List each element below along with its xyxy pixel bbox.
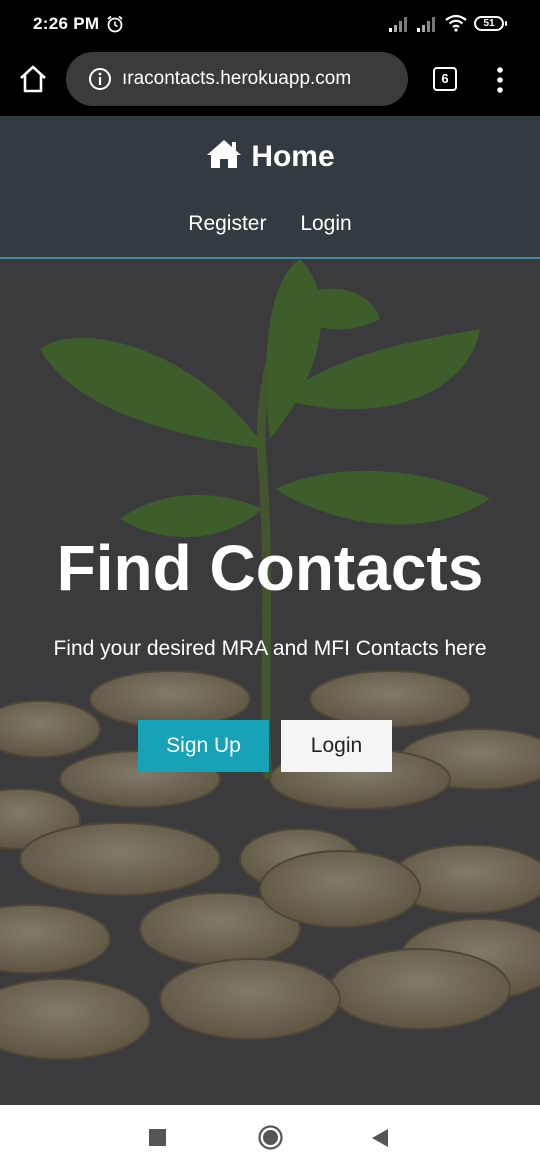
home-circle-icon[interactable] [258,1125,283,1150]
battery-level: 51 [483,18,495,29]
hero-overlay [0,259,540,1105]
browser-toolbar: ıracontacts.herokuapp.com 6 [0,48,540,116]
tabs-icon[interactable]: 6 [433,67,457,91]
hero-subtitle: Find your desired MRA and MFI Contacts h… [53,637,487,660]
info-icon[interactable] [88,67,112,91]
nav-login-link[interactable]: Login [300,212,351,235]
home-icon[interactable] [18,64,48,94]
status-bar: 2:26 PM 51 [0,0,540,48]
brand-label: Home [251,140,335,173]
navbar-brand[interactable]: Home [0,138,540,174]
address-bar[interactable]: ıracontacts.herokuapp.com [66,52,408,106]
url-text[interactable]: ıracontacts.herokuapp.com [122,68,402,90]
nav-register-link[interactable]: Register [188,212,266,235]
alarm-icon [107,15,123,33]
hero-title: Find Contacts [56,532,484,604]
signal-icon [389,17,407,32]
site-navbar: Home Register Login [0,116,540,259]
recents-square-icon[interactable] [149,1129,166,1146]
system-navigation-bar [0,1105,540,1170]
signal-icon [417,17,435,32]
nav-links: Register Login [0,212,540,236]
status-time: 2:26 PM [33,14,100,33]
login-button[interactable]: Login [281,720,392,772]
sign-up-button[interactable]: Sign Up [138,720,269,772]
more-vert-icon[interactable] [496,66,504,94]
wifi-icon [445,14,467,32]
back-triangle-icon[interactable] [371,1129,389,1147]
home-icon [207,140,242,168]
tab-count: 6 [441,71,449,86]
battery-icon: 51 [474,16,507,31]
hero-section: Find Contacts Find your desired MRA and … [0,259,540,1105]
